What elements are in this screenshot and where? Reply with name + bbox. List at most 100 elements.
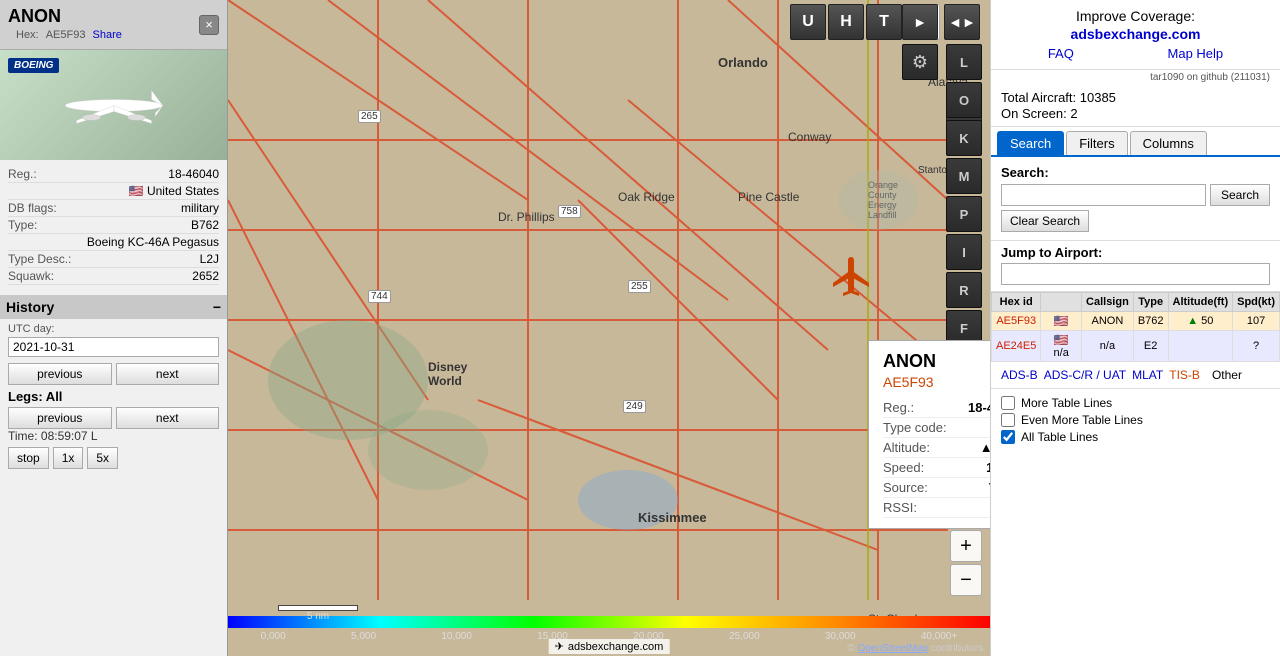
hex-link-1[interactable]: AE5F93 [996,315,1036,327]
osm-link[interactable]: OpenStreetMap [858,643,929,654]
close-button[interactable]: × [199,15,219,35]
col-type: Type [1133,293,1168,312]
nav-btn-right[interactable]: ► [902,4,938,40]
previous-button-1[interactable]: previous [8,363,112,385]
oakridge-label: Oak Ridge [618,190,675,204]
alt-label-5k: 5,000 [351,631,376,642]
row2-type: E2 [1133,331,1168,362]
reg-label: Reg.: [8,167,37,181]
db-flags-label: DB flags: [8,201,57,215]
h-button[interactable]: H [828,4,864,40]
nav-btn-arrows: ◄► [944,4,980,40]
map-background: Orlando Alafaya Conway Oak Ridge Pine Ca… [228,0,990,656]
total-aircraft-value: 10385 [1080,90,1116,105]
speed-1x-button[interactable]: 1x [53,447,84,469]
jump-input[interactable] [1001,263,1270,285]
ads-b-link[interactable]: ADS-B [1001,368,1038,382]
history-collapse-icon: − [213,299,221,315]
jump-to-airport-section: Jump to Airport: [991,241,1280,292]
share-link[interactable]: Share [93,29,122,41]
search-button[interactable]: Search [1210,184,1270,206]
left-panel: ANON Hex: AE5F93 Share × BOEING [0,0,228,656]
next-button-1[interactable]: next [116,363,220,385]
p-button[interactable]: P [946,196,982,232]
scale-bar: 5 nm [278,605,358,622]
zoom-out-button[interactable]: − [950,564,982,596]
table-row[interactable]: AE24E5 🇺🇸 n/a n/a E2 ? [992,331,1280,362]
i-button[interactable]: I [946,234,982,270]
faq-link[interactable]: FAQ [1048,46,1074,61]
type-desc-row: Type Desc.: L2J [8,251,219,268]
map-area[interactable]: Orlando Alafaya Conway Oak Ridge Pine Ca… [228,0,990,656]
stats-section: Total Aircraft: 10385 On Screen: 2 [991,85,1280,127]
utc-input[interactable] [8,337,219,357]
previous-next-row-1: previous next [8,363,219,385]
tis-b-link[interactable]: TIS-B [1169,368,1200,382]
table-row[interactable]: AE5F93 🇺🇸 ANON B762 ▲ 50 107 [992,312,1280,331]
reg-value: 18-46040 [168,167,219,181]
m-button[interactable]: M [946,158,982,194]
popup-speed-value: 107 kt [986,460,990,475]
forward-nav-button[interactable]: ► [902,4,938,40]
kissimmee-label: Kissimmee [638,510,707,525]
settings-button[interactable]: ⚙ [902,44,938,80]
search-tab[interactable]: Search [997,131,1064,155]
search-input[interactable] [1001,184,1206,206]
previous-button-2[interactable]: previous [8,407,112,429]
utc-row: UTC day: [8,323,219,357]
search-row: Search [1001,184,1270,206]
columns-tab[interactable]: Columns [1130,131,1207,155]
more-table-lines-checkbox[interactable] [1001,396,1015,410]
history-content: UTC day: previous next Legs: All previou… [8,319,219,473]
col-speed: Spd(kt) [1233,293,1280,312]
aircraft-table-section: Hex id Callsign Type Altitude(ft) Spd(kt… [991,292,1280,362]
clear-search-button[interactable]: Clear Search [1001,210,1089,232]
aircraft-popup: ANON AE5F93 Reg.: 18-46040 Type code: B7… [868,340,990,529]
improve-link[interactable]: adsbexchange.com [1071,26,1201,42]
mlat-link[interactable]: MLAT [1132,368,1163,382]
source-filter-row: ADS-B ADS-C/R / UAT MLAT TIS-B Other [991,362,1280,389]
even-more-table-lines-checkbox[interactable] [1001,413,1015,427]
osm-credit: © OpenStreetMap contributors. [847,643,986,654]
u-button[interactable]: U [790,4,826,40]
aircraft-table: Hex id Callsign Type Altitude(ft) Spd(kt… [991,292,1280,362]
all-table-lines-checkbox[interactable] [1001,430,1015,444]
alt-label-40k: 40,000+ [921,631,957,642]
zoom-in-button[interactable]: + [950,530,982,562]
alt-label-10k: 10,000 [441,631,472,642]
ads-c-link[interactable]: ADS-C/R / UAT [1044,368,1126,382]
popup-reg-label: Reg.: [883,400,914,415]
k-button[interactable]: K [946,120,982,156]
popup-rssi-row: RSSI: n/a [883,498,990,518]
expand-arrows-button[interactable]: ◄► [944,4,980,40]
road-num-255: 255 [628,280,651,293]
more-table-lines-row: More Table Lines [1001,396,1270,410]
popup-hex: AE5F93 [883,374,990,390]
row1-callsign: ANON [1082,312,1134,331]
zoom-controls: + − [950,530,982,596]
aircraft-image: BOEING [0,50,227,160]
osm-text: © OpenStreetMap contributors. [847,643,986,654]
filters-tab[interactable]: Filters [1066,131,1127,155]
popup-speed-label: Speed: [883,460,924,475]
map-help-link[interactable]: Map Help [1168,46,1224,61]
r-button[interactable]: R [946,272,982,308]
speed-5x-button[interactable]: 5x [87,447,118,469]
t-button[interactable]: T [866,4,902,40]
hex-link-2[interactable]: AE24E5 [996,340,1036,352]
aircraft-silhouette [54,83,174,128]
col-flag [1041,293,1082,312]
popup-type-row: Type code: B762 [883,418,990,438]
popup-reg-row: Reg.: 18-46040 [883,398,990,418]
all-table-lines-label: All Table Lines [1021,430,1098,444]
next-button-2[interactable]: next [116,407,220,429]
col-callsign: Callsign [1082,293,1134,312]
stop-button[interactable]: stop [8,447,49,469]
stop-speed-row: stop 1x 5x [8,447,219,469]
squawk-value: 2652 [192,269,219,283]
row2-hex: AE24E5 [992,331,1041,362]
l-button[interactable]: L [946,44,982,80]
history-header[interactable]: History − [0,295,227,319]
o-button[interactable]: O [946,82,982,118]
on-screen-row: On Screen: 2 [1001,106,1270,121]
